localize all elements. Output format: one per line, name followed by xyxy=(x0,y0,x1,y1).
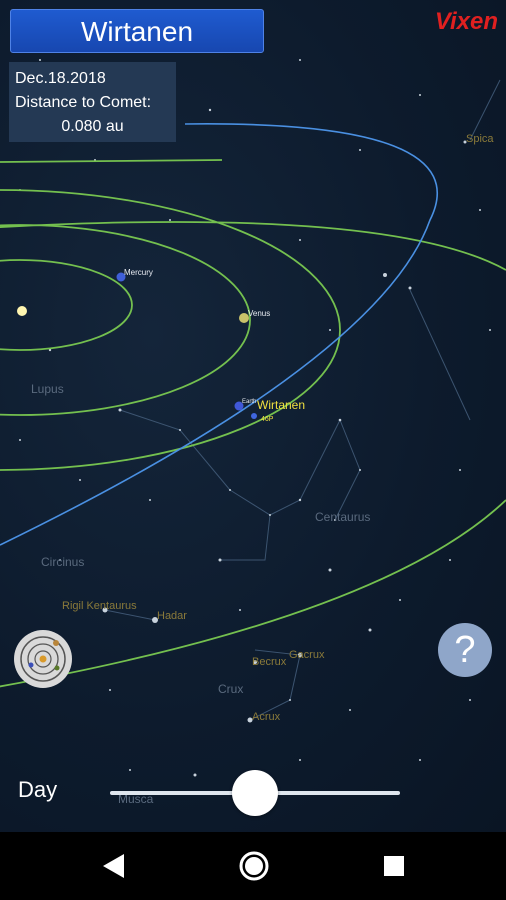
date-text: Dec.18.2018 xyxy=(15,70,106,87)
label-hadar: Hadar xyxy=(157,610,187,622)
help-button[interactable]: ? xyxy=(438,623,492,677)
earth-orbit xyxy=(0,189,341,471)
comet-marker[interactable] xyxy=(251,413,257,419)
info-panel: Dec.18.2018 Distance to Comet: 0.080 au xyxy=(9,62,176,142)
solar-system-icon xyxy=(20,636,66,682)
label-gacrux: Gacrux xyxy=(289,649,325,661)
label-circinus: Circinus xyxy=(41,555,84,569)
venus-label: Venus xyxy=(248,309,270,318)
orbit-view-button[interactable] xyxy=(14,630,72,688)
mercury-orbit xyxy=(0,259,133,351)
mars-orbit-upper xyxy=(0,221,506,271)
home-icon xyxy=(239,851,269,881)
label-becrux: Becrux xyxy=(252,656,287,668)
comet-title-button[interactable]: Wirtanen xyxy=(10,9,264,53)
nav-home-button[interactable] xyxy=(224,832,284,900)
day-label: Day xyxy=(18,777,58,802)
label-lupus: Lupus xyxy=(31,382,64,396)
distance-value: 0.080 au xyxy=(61,118,124,135)
back-icon xyxy=(103,854,124,878)
recents-icon xyxy=(384,856,404,876)
day-slider-thumb[interactable] xyxy=(232,770,278,816)
label-acrux: Acrux xyxy=(252,711,281,723)
comet-short-label: 46P xyxy=(261,416,274,423)
comet-label: Wirtanen xyxy=(257,398,305,412)
sun[interactable] xyxy=(17,306,27,316)
nav-back-button[interactable] xyxy=(84,832,144,900)
nav-recents-button[interactable] xyxy=(364,832,424,900)
app-screen: Mercury Venus Earth Wirtanen 46P Lupus C… xyxy=(0,0,506,900)
mercury-label: Mercury xyxy=(124,268,153,277)
constellation-labels: Lupus Centaurus Circinus Crux Musca xyxy=(31,382,370,806)
android-nav-bar xyxy=(0,832,506,900)
label-centaurus: Centaurus xyxy=(315,510,370,524)
earth-label: Earth xyxy=(242,399,256,405)
label-rigil: Rigil Kentaurus xyxy=(62,600,137,612)
brand-logo: Vixen xyxy=(434,8,498,35)
distance-label: Distance to Comet: xyxy=(15,94,152,111)
label-spica: Spica xyxy=(466,133,494,145)
comet-orbit xyxy=(0,123,438,546)
label-crux: Crux xyxy=(218,682,243,696)
outer-orbit-top xyxy=(0,159,223,163)
